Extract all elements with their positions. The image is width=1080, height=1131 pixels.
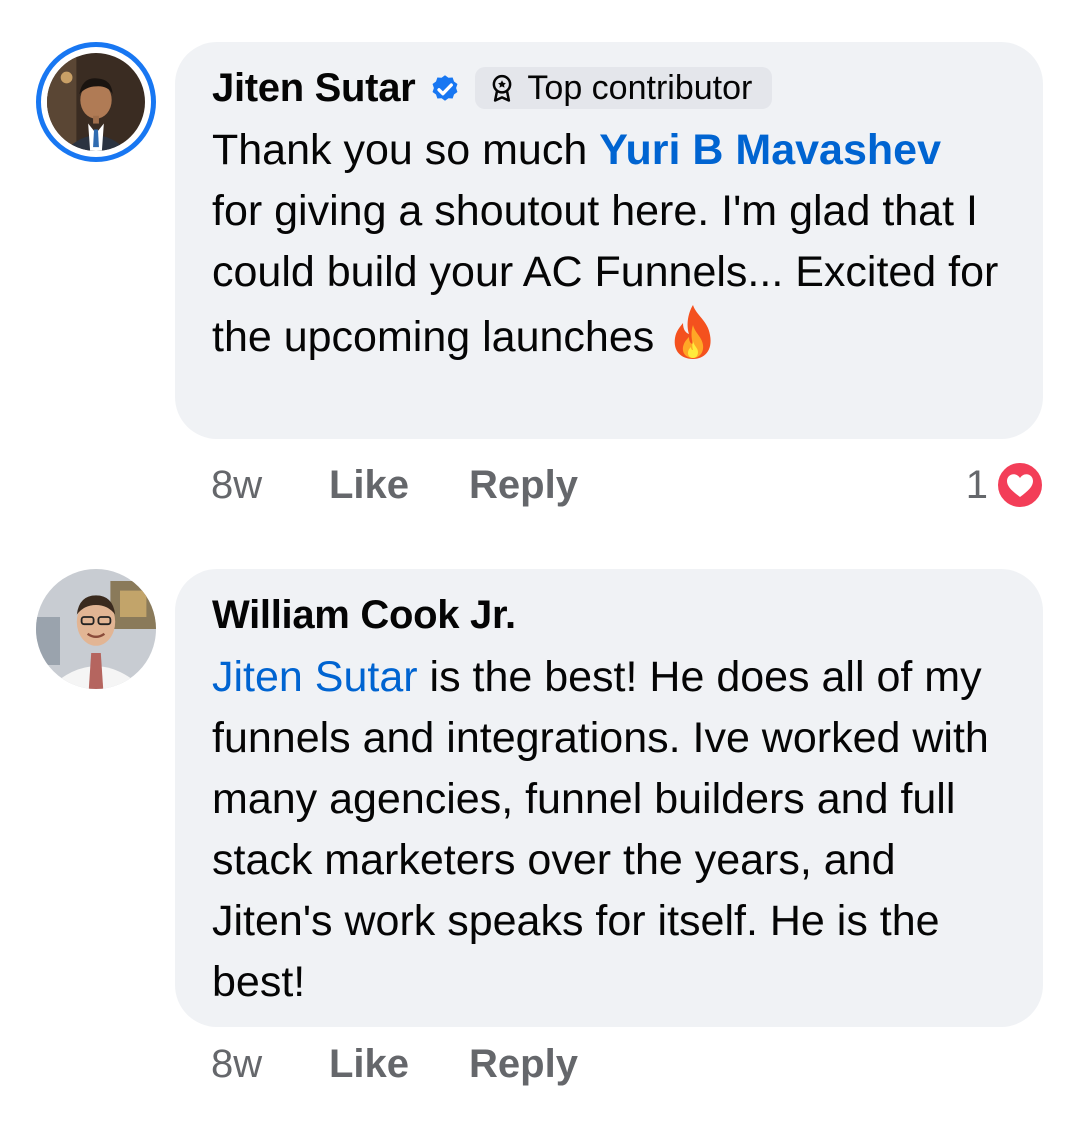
reply-button[interactable]: Reply <box>469 1042 578 1087</box>
comment-text: Jiten Sutar is the best! He does all of … <box>212 647 1003 1013</box>
reaction-summary[interactable]: 1 <box>966 460 1044 510</box>
author-name[interactable]: William Cook Jr. <box>212 593 516 638</box>
comment-header: Jiten Sutar Top contributor <box>212 64 1003 112</box>
comment-header: William Cook Jr. <box>212 591 1003 639</box>
mention-link[interactable]: Jiten Sutar <box>212 653 418 701</box>
award-ribbon-icon <box>487 73 517 103</box>
comment-actions: 8w Like Reply <box>211 1039 638 1089</box>
avatar[interactable] <box>36 569 156 689</box>
comment-actions: 8w Like Reply <box>211 460 638 510</box>
story-ring <box>36 42 156 162</box>
like-button[interactable]: Like <box>329 1042 409 1087</box>
reply-button[interactable]: Reply <box>469 463 578 508</box>
comment-text-part: Thank you so much <box>212 126 600 174</box>
comment-text: Thank you so much Yuri B Mavashev for gi… <box>212 120 1003 368</box>
avatar-image <box>36 569 156 689</box>
comment-text-part: is the best! He does all of my funnels a… <box>212 653 989 1006</box>
verified-badge-icon <box>427 70 463 106</box>
comment-bubble: Jiten Sutar Top contributor Thank you so… <box>175 42 1043 439</box>
like-button[interactable]: Like <box>329 463 409 508</box>
fire-emoji-icon <box>666 303 720 361</box>
reaction-count: 1 <box>965 462 988 507</box>
heart-reaction-icon <box>996 461 1044 509</box>
comment-thread: Jiten Sutar Top contributor Thank you so… <box>0 0 1080 1131</box>
timestamp[interactable]: 8w <box>211 1042 329 1087</box>
timestamp[interactable]: 8w <box>211 463 329 508</box>
comment-text-part: for giving a shoutout here. I'm glad tha… <box>212 187 999 361</box>
mention-link[interactable]: Yuri B Mavashev <box>599 126 941 174</box>
author-name[interactable]: Jiten Sutar <box>212 66 416 111</box>
top-contributor-badge[interactable]: Top contributor <box>475 67 773 109</box>
avatar[interactable] <box>36 42 156 162</box>
badge-label: Top contributor <box>527 68 753 107</box>
avatar-image <box>47 53 145 151</box>
comment-bubble: William Cook Jr. Jiten Sutar is the best… <box>175 569 1043 1027</box>
